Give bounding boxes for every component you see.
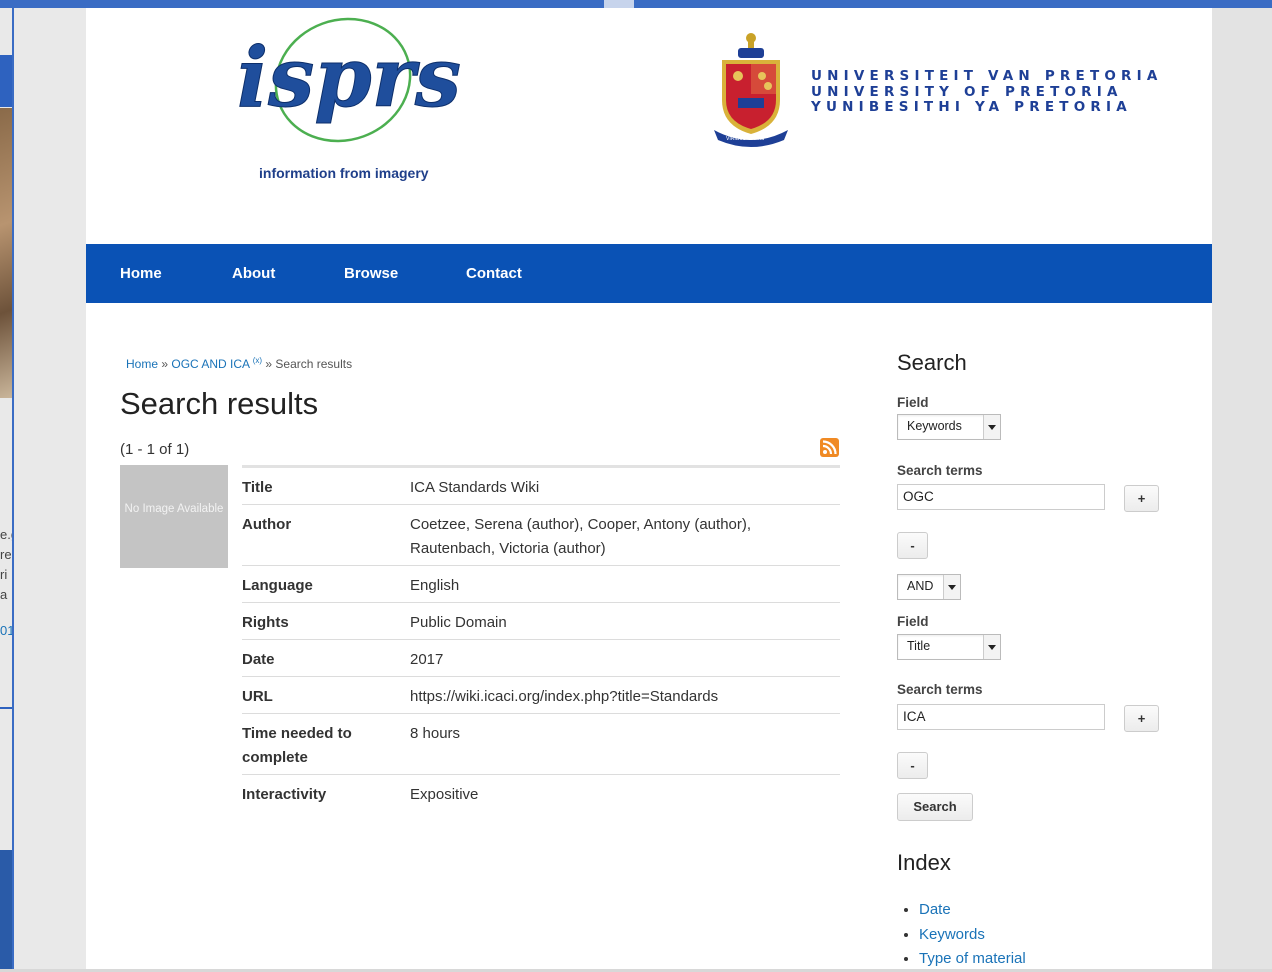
operator-select[interactable]: AND bbox=[897, 574, 961, 600]
add-term-button[interactable]: + bbox=[1124, 485, 1159, 512]
nav-contact[interactable]: Contact bbox=[466, 265, 522, 282]
background-text-fragment: e.g bbox=[0, 527, 12, 542]
record-row-interactivity: Interactivity Expositive bbox=[242, 775, 840, 811]
nav-home[interactable]: Home bbox=[120, 265, 162, 282]
record-value: Expositive bbox=[410, 786, 479, 803]
list-item: Keywords bbox=[919, 923, 1026, 948]
background-window-divider bbox=[0, 707, 12, 709]
breadcrumb-remove-filter[interactable]: (x) bbox=[253, 356, 262, 365]
window-frame-edge bbox=[12, 8, 14, 969]
background-text-fragment: a bbox=[0, 587, 8, 602]
chevron-down-icon bbox=[983, 415, 1000, 439]
breadcrumb-separator: » bbox=[262, 357, 276, 371]
breadcrumb-current: Search results bbox=[275, 357, 353, 371]
chevron-down-icon bbox=[983, 635, 1000, 659]
background-text-fragment: re bbox=[0, 547, 12, 562]
breadcrumb: Home » OGC AND ICA (x) » Search results bbox=[126, 356, 352, 371]
university-name-line: YUNIBESITHI YA PRETORIA bbox=[811, 99, 1132, 115]
index-heading: Index bbox=[897, 850, 951, 875]
university-pretoria-logo[interactable]: VIRIBUS UNITIS UNIVERSITEIT VAN PRETORIA… bbox=[714, 30, 1157, 150]
university-crest-icon: VIRIBUS UNITIS bbox=[714, 33, 788, 147]
record-value[interactable]: ICA Standards Wiki bbox=[410, 476, 840, 500]
remove-term-button[interactable]: - bbox=[897, 752, 928, 779]
result-count: (1 - 1 of 1) bbox=[120, 441, 190, 458]
breadcrumb-query[interactable]: OGC AND ICA bbox=[171, 357, 249, 371]
record-value: 2017 bbox=[410, 651, 444, 668]
record-key: URL bbox=[242, 688, 273, 705]
university-name: UNIVERSITEIT VAN PRETORIA UNIVERSITY OF … bbox=[811, 68, 1163, 116]
record-key: Title bbox=[242, 479, 273, 496]
add-term-button[interactable]: + bbox=[1124, 705, 1159, 732]
search-terms-label: Search terms bbox=[897, 682, 983, 697]
field-select-value: Keywords bbox=[907, 419, 962, 433]
record-key: Time needed to complete bbox=[242, 725, 352, 766]
list-item: Type of material bbox=[919, 947, 1026, 972]
background-window-text: e.g re ri a 01 bbox=[0, 525, 12, 641]
record-key: Language bbox=[242, 577, 313, 594]
search-submit-button[interactable]: Search bbox=[897, 793, 973, 821]
record-key: Date bbox=[242, 651, 275, 668]
isprs-tagline: information from imagery bbox=[259, 165, 429, 181]
field-select-1[interactable]: Keywords bbox=[897, 414, 1001, 440]
record-value: Public Domain bbox=[410, 614, 507, 631]
crest-motto: VIRIBUS UNITIS bbox=[726, 136, 764, 142]
university-name-line: UNIVERSITY OF PRETORIA bbox=[811, 83, 1123, 100]
operator-select-value: AND bbox=[907, 579, 934, 593]
record-key: Author bbox=[242, 516, 292, 533]
search-terms-label: Search terms bbox=[897, 463, 983, 478]
isprs-logo[interactable]: isprs information from imagery bbox=[233, 8, 473, 186]
record-row-title: Title ICA Standards Wiki bbox=[242, 468, 840, 505]
page-title: Search results bbox=[120, 386, 319, 421]
list-item: Date bbox=[919, 898, 1026, 923]
main-navbar: Home About Browse Contact bbox=[86, 244, 1212, 303]
background-text-fragment: 01 bbox=[0, 623, 12, 638]
background-window-footer bbox=[0, 850, 12, 969]
field-label: Field bbox=[897, 614, 929, 629]
field-label: Field bbox=[897, 395, 929, 410]
rss-icon bbox=[822, 440, 837, 455]
record-value: Coetzee, Serena (author), Cooper, Antony… bbox=[410, 516, 752, 557]
remove-term-button[interactable]: - bbox=[897, 532, 928, 559]
record-value: English bbox=[410, 577, 460, 594]
search-heading: Search bbox=[897, 350, 967, 375]
background-window-header bbox=[0, 55, 12, 107]
index-link-keywords[interactable]: Keywords bbox=[919, 926, 985, 943]
index-list: Date Keywords Type of material bbox=[897, 898, 1026, 972]
nav-about[interactable]: About bbox=[232, 265, 275, 282]
rss-feed-link[interactable] bbox=[820, 438, 839, 457]
search-terms-input-1[interactable]: OGC bbox=[897, 484, 1105, 510]
background-text-fragment: ri bbox=[0, 567, 8, 582]
record-value: 8 hours bbox=[410, 725, 461, 742]
record-row-author: Author Coetzee, Serena (author), Cooper,… bbox=[242, 505, 840, 566]
breadcrumb-home[interactable]: Home bbox=[126, 357, 158, 371]
chevron-down-icon bbox=[943, 575, 960, 599]
search-terms-input-2[interactable]: ICA bbox=[897, 704, 1105, 730]
background-window-photo bbox=[0, 108, 12, 398]
isprs-logo-text: isprs bbox=[237, 30, 461, 126]
record-row-rights: Rights Public Domain bbox=[242, 603, 840, 640]
university-name-line: UNIVERSITEIT VAN PRETORIA bbox=[811, 68, 1163, 84]
index-link-date[interactable]: Date bbox=[919, 901, 951, 918]
breadcrumb-separator: » bbox=[158, 357, 172, 371]
record-key: Rights bbox=[242, 614, 289, 631]
field-select-2[interactable]: Title bbox=[897, 634, 1001, 660]
result-record: Title ICA Standards Wiki Author Coetzee,… bbox=[242, 465, 840, 811]
background-right-margin bbox=[1212, 8, 1272, 969]
record-row-date: Date 2017 bbox=[242, 640, 840, 677]
index-link-type-of-material[interactable]: Type of material bbox=[919, 950, 1026, 967]
no-image-placeholder: No Image Available bbox=[124, 503, 224, 515]
page: isprs information from imagery VIRIBUS U… bbox=[86, 8, 1212, 969]
record-row-url: URL https://wiki.icaci.org/index.php?tit… bbox=[242, 677, 840, 714]
record-value: https://wiki.icaci.org/index.php?title=S… bbox=[410, 688, 719, 705]
background-window-titlebar bbox=[0, 0, 1272, 8]
record-row-time-needed: Time needed to complete 8 hours bbox=[242, 714, 840, 775]
result-thumbnail[interactable]: No Image Available bbox=[120, 465, 228, 568]
record-row-language: Language English bbox=[242, 566, 840, 603]
nav-browse[interactable]: Browse bbox=[344, 265, 398, 282]
field-select-value: Title bbox=[907, 639, 931, 653]
record-key: Interactivity bbox=[242, 786, 327, 803]
isprs-logo-graphic: isprs information from imagery bbox=[237, 17, 462, 181]
